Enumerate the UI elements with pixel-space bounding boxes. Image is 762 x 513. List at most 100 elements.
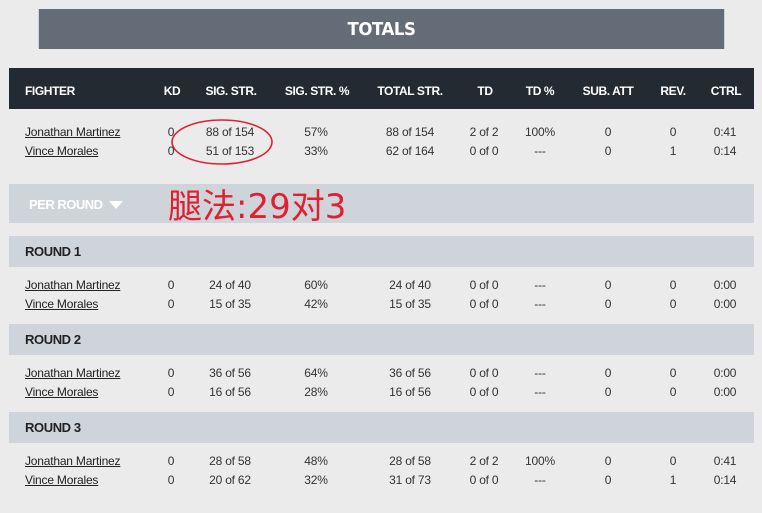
cell-total-str: 62 of 164 [385,144,435,158]
col-ctrl: CTRL [710,84,742,98]
cell-sig-str-pct: 60% [304,278,328,292]
table-row: Vince Morales 0 16 of 56 28% 16 of 56 0 of 0 -… [0,383,762,402]
table-header: FIGHTER KD SIG. STR. SIG. STR. % TOTAL S… [9,68,754,109]
fighter-link[interactable]: Jonathan Martinez [25,364,121,383]
cell-rev: 0 [669,278,677,292]
cell-kd: 0 [167,297,175,311]
cell-td-pct: 100% [525,454,555,468]
round-label: ROUND 3 [25,420,81,435]
cell-sig-str: 36 of 56 [209,366,251,380]
cell-ctrl: 0:00 [713,366,737,380]
cell-rev: 0 [669,385,677,399]
cell-total-str: 88 of 154 [385,125,435,139]
cell-sig-str: 15 of 35 [209,297,251,311]
cell-kd: 0 [167,366,175,380]
per-round-toggle[interactable]: PER ROUND [9,184,754,223]
cell-total-str: 28 of 58 [389,454,431,468]
cell-total-str: 36 of 56 [389,366,431,380]
cell-td-pct: --- [534,297,546,311]
caret-down-icon[interactable] [109,201,123,209]
cell-td: 0 of 0 [469,144,499,158]
cell-td-pct: --- [534,144,546,158]
cell-total-str: 15 of 35 [389,297,431,311]
cell-rev: 0 [669,366,677,380]
totals-title: TOTALS [38,9,725,49]
cell-kd: 0 [167,454,175,468]
table-row: Jonathan Martinez 0 36 of 56 64% 36 of 56 0 o… [0,364,762,383]
fighter-link[interactable]: Vince Morales [25,295,98,314]
round-header: ROUND 3 [9,412,754,443]
table-row: Vince Morales 0 20 of 62 32% 31 of 73 0 of 0 -… [0,471,762,490]
col-fighter: FIGHTER [25,84,75,98]
cell-td: 2 of 2 [469,125,499,139]
cell-sub-att: 0 [604,454,612,468]
round-header: ROUND 1 [9,236,754,267]
cell-td-pct: --- [534,278,546,292]
cell-sig-str: 16 of 56 [209,385,251,399]
cell-sig-str: 24 of 40 [209,278,251,292]
round-header: ROUND 2 [9,324,754,355]
cell-ctrl: 0:00 [713,385,737,399]
cell-ctrl: 0:41 [713,454,737,468]
cell-td: 0 of 0 [469,473,499,487]
cell-sig-str-pct: 33% [304,144,328,158]
cell-rev: 0 [669,297,677,311]
cell-sig-str-pct: 48% [304,454,328,468]
cell-total-str: 24 of 40 [389,278,431,292]
cell-sub-att: 0 [604,125,612,139]
cell-td: 2 of 2 [469,454,499,468]
col-td: TD [477,84,493,98]
per-round-label[interactable]: PER ROUND [29,184,103,226]
cell-sig-str-pct: 28% [304,385,328,399]
cell-rev: 0 [669,454,677,468]
cell-td-pct: --- [534,385,546,399]
cell-total-str: 31 of 73 [389,473,431,487]
cell-sig-str: 51 of 153 [205,144,255,158]
cell-kd: 0 [167,144,175,158]
table-row: Jonathan Martinez 0 28 of 58 48% 28 of 58 2 o… [0,452,762,471]
cell-td: 0 of 0 [469,297,499,311]
cell-ctrl: 0:14 [713,144,737,158]
cell-sig-str: 28 of 58 [209,454,251,468]
cell-ctrl: 0:14 [713,473,737,487]
cell-td-pct: --- [534,473,546,487]
cell-ctrl: 0:00 [713,278,737,292]
fighter-link[interactable]: Jonathan Martinez [25,452,121,471]
cell-td: 0 of 0 [469,366,499,380]
cell-rev: 1 [669,473,677,487]
fighter-link[interactable]: Jonathan Martinez [25,276,121,295]
col-total-str: TOTAL STR. [377,84,443,98]
cell-ctrl: 0:00 [713,297,737,311]
col-sig-str-pct: SIG. STR. % [284,84,350,98]
col-sub-att: SUB. ATT [582,84,634,98]
fighter-link[interactable]: Vince Morales [25,383,98,402]
cell-td-pct: --- [534,366,546,380]
cell-kd: 0 [167,125,175,139]
cell-sub-att: 0 [604,297,612,311]
round-label: ROUND 2 [25,332,81,347]
cell-ctrl: 0:41 [713,125,737,139]
table-row: Vince Morales 0 51 of 153 33% 62 of 164 0 of … [0,142,762,161]
col-kd: KD [163,84,181,98]
table-row: Jonathan Martinez 0 24 of 40 60% 24 of 40 0 o… [0,276,762,295]
fighter-link[interactable]: Vince Morales [25,142,98,161]
round-label: ROUND 1 [25,244,81,259]
cell-td-pct: 100% [525,125,555,139]
fighter-link[interactable]: Vince Morales [25,471,98,490]
cell-sub-att: 0 [604,385,612,399]
cell-total-str: 16 of 56 [389,385,431,399]
cell-sig-str-pct: 42% [304,297,328,311]
cell-sub-att: 0 [604,473,612,487]
cell-sig-str: 88 of 154 [205,125,255,139]
col-td-pct: TD % [525,84,555,98]
cell-kd: 0 [167,473,175,487]
cell-sub-att: 0 [604,366,612,380]
cell-kd: 0 [167,385,175,399]
col-sig-str: SIG. STR. [205,84,257,98]
cell-sig-str-pct: 64% [304,366,328,380]
cell-sig-str: 20 of 62 [209,473,251,487]
fighter-link[interactable]: Jonathan Martinez [25,123,121,142]
table-row: Jonathan Martinez 0 88 of 154 57% 88 of 154 2… [0,123,762,142]
col-rev: REV. [660,84,686,98]
cell-sig-str-pct: 57% [304,125,328,139]
